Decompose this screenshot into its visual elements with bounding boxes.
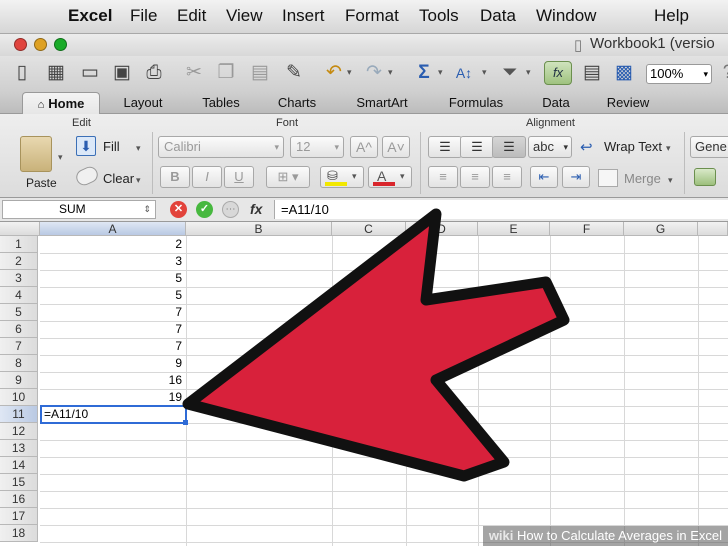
screenshot: Excel File Edit View Insert Format Tools… — [0, 0, 728, 546]
annotation-arrow — [182, 208, 570, 482]
pointer-arrow-shape — [182, 208, 570, 482]
